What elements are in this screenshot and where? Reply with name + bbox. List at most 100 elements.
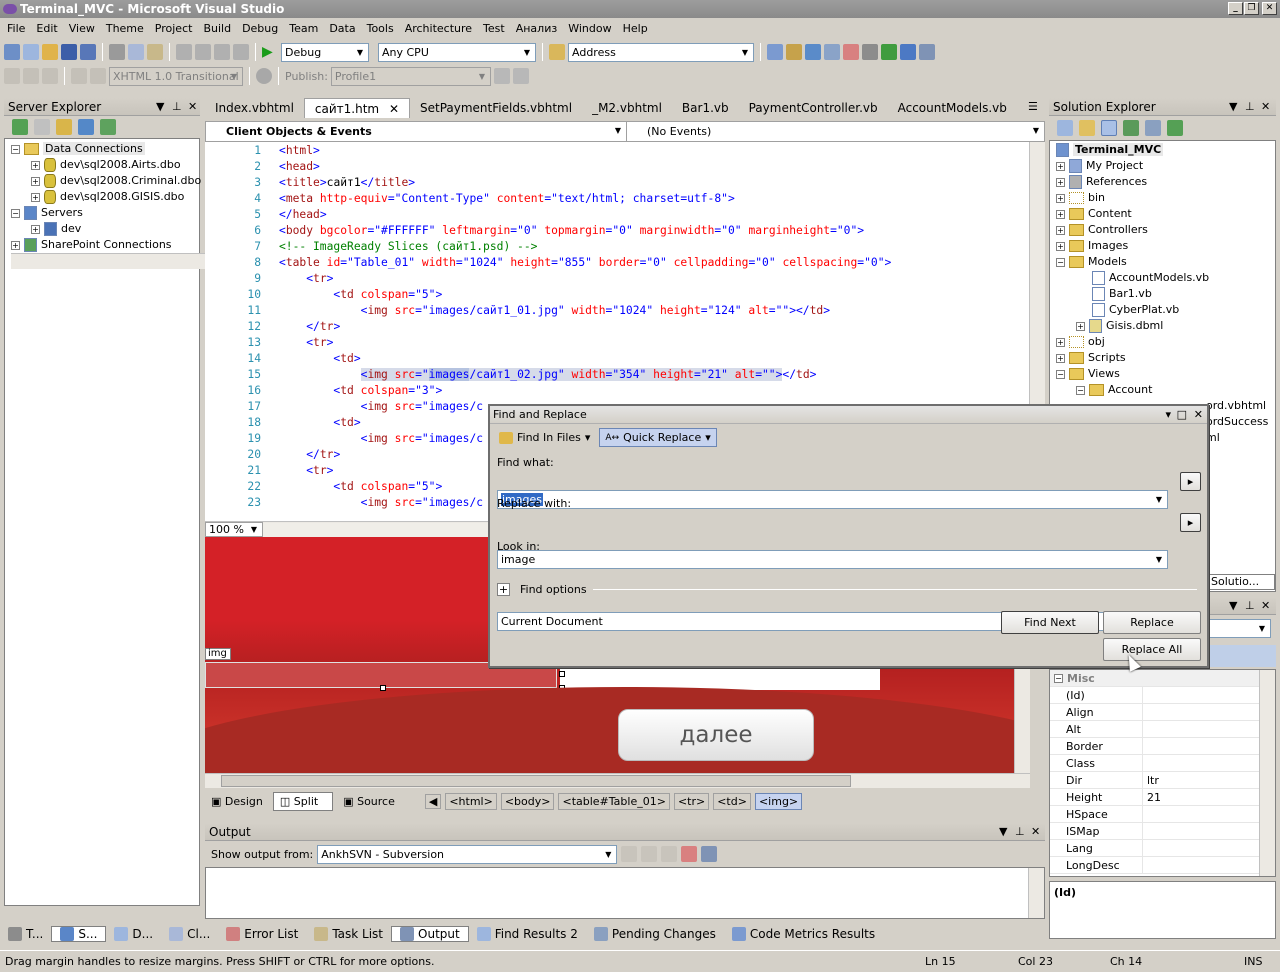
tree-item-scripts[interactable]: + Scripts	[1056, 350, 1275, 366]
tree-item-servers[interactable]: − Servers	[11, 205, 199, 221]
menu-architecture[interactable]: Architecture	[405, 22, 472, 35]
find-next-button[interactable]: Find Next	[1001, 611, 1099, 634]
nest-related-files-icon[interactable]	[1101, 120, 1117, 136]
stop-refresh-icon[interactable]	[34, 119, 50, 135]
property-row[interactable]: Alt	[1050, 721, 1275, 738]
expand-icon[interactable]: +	[1056, 177, 1065, 187]
tab-setpaymentfields[interactable]: SetPaymentFields.vbhtml	[410, 98, 582, 118]
extension-manager-icon[interactable]	[900, 44, 916, 60]
tab-site1-htm[interactable]: сайт1.htm ✕	[303, 98, 410, 118]
expand-icon[interactable]: +	[1076, 321, 1085, 331]
open-file-icon[interactable]	[42, 44, 58, 60]
tree-item-obj[interactable]: + obj	[1056, 334, 1275, 350]
tab-bar1[interactable]: Bar1.vb	[672, 98, 739, 118]
collapse-icon[interactable]: −	[11, 208, 20, 218]
property-row[interactable]: (Id)	[1050, 687, 1275, 704]
tag-td[interactable]: <td>	[713, 792, 751, 810]
split-view-tab[interactable]: ◫ Split	[272, 791, 334, 811]
property-row[interactable]: Align	[1050, 704, 1275, 721]
uncomment-icon[interactable]	[90, 68, 106, 84]
properties-object-combo[interactable]: ▼	[1209, 619, 1271, 638]
start-page-icon[interactable]	[881, 44, 897, 60]
tab-m2[interactable]: _M2.vbhtml	[582, 98, 672, 118]
tab-toolbox[interactable]: T...	[0, 927, 51, 941]
property-row[interactable]: Dir ltr	[1050, 772, 1275, 789]
tag-img[interactable]: <img>	[754, 792, 803, 810]
configuration-combo[interactable]: Debug ▼	[281, 42, 369, 62]
close-button[interactable]: ✕	[1262, 2, 1277, 15]
refresh-icon[interactable]	[12, 119, 28, 135]
auto-hide-pin-icon[interactable]: ⊥	[1245, 597, 1255, 615]
tree-item-models[interactable]: − Models	[1056, 254, 1275, 270]
word-wrap-icon[interactable]	[701, 846, 718, 862]
tree-item-account[interactable]: − Account	[1056, 382, 1275, 398]
horizontal-scrollbar[interactable]	[11, 253, 205, 269]
menu-theme[interactable]: Theme	[106, 22, 144, 35]
tree-item-images[interactable]: + Images	[1056, 238, 1275, 254]
window-position-icon[interactable]: ▼	[1229, 597, 1237, 615]
find-in-files-tab[interactable]: Find In Files ▾	[494, 428, 595, 447]
resize-handle[interactable]	[559, 671, 565, 677]
menu-test[interactable]: Test	[483, 22, 505, 35]
check-accessibility-icon[interactable]	[256, 68, 272, 84]
new-project-icon[interactable]	[4, 44, 20, 60]
tree-item-references[interactable]: + References	[1056, 174, 1275, 190]
toolbox-icon[interactable]	[824, 44, 840, 60]
client-objects-combo[interactable]: Client Objects & Events ▼	[206, 122, 626, 141]
tag-path-left-arrow[interactable]: ◀	[424, 793, 442, 809]
replace-with-input[interactable]: image ▼	[497, 550, 1168, 569]
menu-team[interactable]: Team	[289, 22, 318, 35]
tag-body[interactable]: <body>	[500, 792, 555, 810]
tree-item-project[interactable]: Terminal_MVC	[1056, 142, 1275, 158]
find-expression-builder-button[interactable]: ▸	[1180, 472, 1201, 491]
close-icon[interactable]: ✕	[188, 98, 197, 116]
clear-all-icon[interactable]	[681, 846, 698, 862]
expand-icon[interactable]: +	[31, 224, 40, 234]
collapse-icon[interactable]: −	[1076, 385, 1085, 395]
tab-paymentcontroller[interactable]: PaymentController.vb	[739, 98, 888, 118]
class-view-icon[interactable]	[843, 44, 859, 60]
expand-icon[interactable]: +	[11, 240, 20, 250]
solution-explorer-icon[interactable]	[767, 44, 783, 60]
expand-icon[interactable]: +	[1056, 193, 1065, 203]
replace-all-button[interactable]: Replace All	[1103, 638, 1201, 661]
property-row[interactable]: LongDesc	[1050, 857, 1275, 874]
save-all-icon[interactable]	[80, 44, 96, 60]
tools-icon[interactable]	[862, 44, 878, 60]
find-what-input[interactable]: images ▼	[497, 490, 1168, 509]
expand-icon[interactable]: +	[1056, 337, 1065, 347]
expand-icon[interactable]: +	[1056, 353, 1065, 363]
tree-item-accountmodels[interactable]: AccountModels.vb	[1056, 270, 1275, 286]
properties-icon[interactable]	[1057, 120, 1073, 136]
find-message-icon[interactable]	[621, 846, 638, 862]
window-position-icon[interactable]: ▼	[1229, 98, 1237, 116]
tree-item-controllers[interactable]: + Controllers	[1056, 222, 1275, 238]
find-options-toggle[interactable]: + Find options	[497, 583, 1197, 596]
property-row[interactable]: Class	[1050, 755, 1275, 772]
tree-item-bar1[interactable]: Bar1.vb	[1056, 286, 1275, 302]
quick-replace-tab[interactable]: A↔ Quick Replace ▾	[599, 428, 717, 447]
close-icon[interactable]: ✕	[1194, 406, 1203, 424]
asp-net-configuration-icon[interactable]	[1167, 120, 1183, 136]
connect-server-icon[interactable]	[78, 119, 94, 135]
property-row[interactable]: Height 21	[1050, 789, 1275, 806]
indent-icon[interactable]	[23, 68, 39, 84]
publish-settings-icon[interactable]	[512, 68, 529, 84]
tab-document-outline[interactable]: D...	[106, 927, 161, 941]
find-in-files-icon[interactable]	[549, 44, 565, 60]
refresh-icon[interactable]	[1123, 120, 1139, 136]
tab-accountmodels[interactable]: AccountModels.vb	[888, 98, 1017, 118]
scroll-thumb[interactable]	[221, 775, 851, 787]
output-source-combo[interactable]: AnkhSVN - Subversion ▼	[317, 844, 618, 864]
tree-item-gisis[interactable]: + dev\sql2008.GISIS.dbo	[11, 189, 199, 205]
zoom-combo[interactable]: 100 % ▼	[205, 522, 263, 537]
menu-data[interactable]: Data	[329, 22, 355, 35]
tab-index-vbhtml[interactable]: Index.vbhtml	[205, 98, 304, 118]
tree-item-views[interactable]: − Views	[1056, 366, 1275, 382]
properties-vertical-scrollbar[interactable]	[1259, 670, 1275, 876]
menu-project[interactable]: Project	[155, 22, 193, 35]
close-tab-icon[interactable]: ✕	[389, 102, 399, 116]
previous-message-icon[interactable]	[641, 846, 658, 862]
next-button-image[interactable]: далее	[618, 709, 814, 761]
connect-sharepoint-icon[interactable]	[100, 119, 116, 135]
